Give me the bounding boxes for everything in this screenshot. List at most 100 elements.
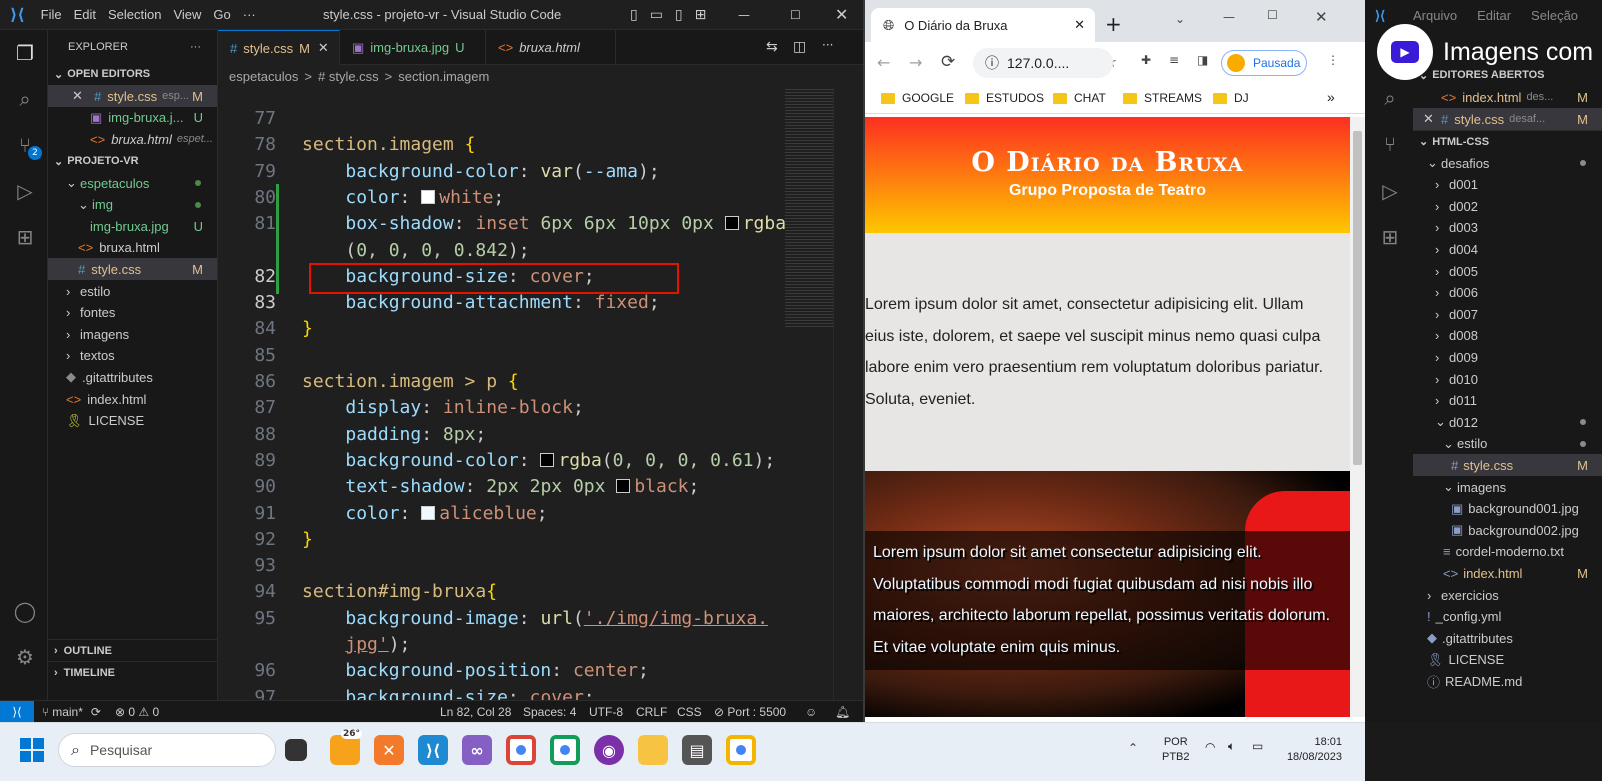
code-line[interactable]: 84} bbox=[218, 316, 798, 342]
code-line[interactable]: 95 background-image: url('./img/img-brux… bbox=[218, 606, 798, 632]
code-line[interactable]: 94 section#img-bruxa{ bbox=[218, 579, 798, 605]
code-line[interactable]: 77 bbox=[218, 111, 798, 132]
open-editors-header-2[interactable]: ⌄ EDITORES ABERTOS bbox=[1413, 64, 1602, 86]
tree-item[interactable]: ⌄ img bbox=[48, 194, 217, 216]
bookmark-folder[interactable]: ESTUDOS bbox=[965, 91, 1044, 105]
vscode-taskbar-icon[interactable]: ⟩⟨ bbox=[418, 735, 448, 765]
taskbar-search[interactable]: ⌕ Pesquisar bbox=[58, 733, 276, 767]
tab-img-bruxa[interactable]: ▣ img-bruxa.jpg U bbox=[340, 30, 486, 65]
maximize-button[interactable]: ☐ bbox=[790, 8, 801, 22]
breadcrumb-item[interactable]: > bbox=[385, 69, 393, 84]
tree-item[interactable]: › d001 bbox=[1413, 174, 1602, 196]
menu-item[interactable]: Edit bbox=[68, 7, 102, 22]
forward-icon[interactable]: → bbox=[909, 53, 922, 72]
bookmark-folder[interactable]: DJ bbox=[1213, 91, 1249, 105]
feedback-icon[interactable]: ☺ bbox=[805, 705, 817, 719]
battery-icon[interactable]: ▭ bbox=[1252, 739, 1263, 753]
eol[interactable]: CRLF bbox=[636, 705, 667, 719]
open-editor-item[interactable]: ▣ img-bruxa.j... U bbox=[48, 107, 217, 129]
search-icon[interactable]: ⌕ bbox=[12, 86, 38, 112]
breadcrumb-item[interactable]: section.imagem bbox=[398, 69, 489, 84]
code-line[interactable]: 85 bbox=[218, 343, 798, 369]
remote-indicator[interactable]: ⟩⟨ bbox=[0, 700, 34, 723]
breadcrumb-item[interactable]: # style.css bbox=[318, 69, 379, 84]
tree-item[interactable]: ≡ cordel-moderno.txt bbox=[1413, 541, 1602, 563]
tree-item[interactable]: › d007 bbox=[1413, 303, 1602, 325]
menu-item[interactable]: ··· bbox=[237, 7, 262, 22]
tree-item[interactable]: # style.css M bbox=[1413, 454, 1602, 477]
code-line[interactable]: 88 padding: 8px; bbox=[218, 422, 798, 448]
browser-minimize-button[interactable]: — bbox=[1223, 10, 1235, 24]
tree-item[interactable]: › d006 bbox=[1413, 282, 1602, 304]
explorer-icon[interactable]: ❐ bbox=[12, 40, 38, 66]
github-icon[interactable]: ◉ bbox=[594, 735, 624, 765]
profile-button[interactable]: Pausada bbox=[1221, 50, 1307, 76]
scrollbar-thumb[interactable] bbox=[1353, 131, 1362, 465]
browser-tab[interactable]: 🌐︎ O Diário da Bruxa ✕ bbox=[871, 8, 1095, 42]
source-control-icon[interactable]: ⑂ 2 bbox=[12, 132, 42, 160]
close-button[interactable]: ✕ bbox=[835, 5, 848, 24]
cursor-position[interactable]: Ln 82, Col 28 bbox=[440, 705, 511, 719]
tree-item[interactable]: ▣ background002.jpg bbox=[1413, 519, 1602, 541]
tree-item[interactable]: <> index.html M bbox=[1413, 562, 1602, 584]
run-debug-icon[interactable]: ▷ bbox=[1377, 178, 1403, 204]
tab-close-icon[interactable]: ✕ bbox=[1074, 17, 1085, 33]
language-indicator[interactable]: POR PTB2 bbox=[1162, 735, 1190, 765]
code-line[interactable]: 86 section.imagem > p { bbox=[218, 369, 798, 395]
indentation[interactable]: Spaces: 4 bbox=[523, 705, 576, 719]
tree-item[interactable]: › d011 bbox=[1413, 390, 1602, 412]
tree-item[interactable]: › d010 bbox=[1413, 368, 1602, 390]
open-editor-item[interactable]: <> index.html des... M bbox=[1413, 86, 1602, 108]
tree-item[interactable]: › imagens bbox=[48, 323, 217, 345]
bookmark-folder[interactable]: STREAMS bbox=[1123, 91, 1202, 105]
tree-item[interactable]: ◆ .gitattributes bbox=[48, 366, 217, 388]
xampp-icon[interactable]: ✕ bbox=[374, 735, 404, 765]
tree-item[interactable]: <> bruxa.html bbox=[48, 237, 217, 259]
menu-item[interactable]: Go bbox=[207, 7, 236, 22]
tree-item[interactable]: ⌄ desafios bbox=[1413, 152, 1602, 174]
scrollbar[interactable] bbox=[833, 87, 847, 700]
more-actions-icon[interactable]: ··· bbox=[822, 38, 833, 52]
open-editor-item[interactable]: <> bruxa.html espet... bbox=[48, 128, 217, 150]
tree-item[interactable]: # style.css M bbox=[48, 258, 217, 281]
new-tab-button[interactable]: + bbox=[1105, 12, 1122, 36]
start-button[interactable] bbox=[20, 738, 44, 762]
tree-item[interactable]: › textos bbox=[48, 345, 217, 367]
breadcrumb-item[interactable]: > bbox=[304, 69, 312, 84]
task-view-icon[interactable] bbox=[285, 739, 307, 761]
bell-icon[interactable]: 🔔︎ bbox=[835, 705, 850, 719]
timeline-header[interactable]: › TIMELINE bbox=[48, 661, 217, 683]
minimize-button[interactable]: — bbox=[738, 8, 750, 22]
tree-item[interactable]: › fontes bbox=[48, 302, 217, 324]
weather-icon[interactable]: 26° bbox=[330, 729, 362, 765]
tree-item[interactable]: ! _config.yml bbox=[1413, 606, 1602, 628]
tree-item[interactable]: › d008 bbox=[1413, 325, 1602, 347]
tree-item[interactable]: › estilo bbox=[48, 280, 217, 302]
tree-item[interactable]: <> index.html bbox=[48, 388, 217, 410]
close-icon[interactable]: ✕ bbox=[72, 88, 83, 104]
tree-item[interactable]: ⌄ estilo bbox=[1413, 433, 1602, 455]
open-editor-item[interactable]: ✕ # style.css desaf... M bbox=[1413, 108, 1602, 130]
visual-studio-icon[interactable]: ∞ bbox=[462, 735, 492, 765]
code-line[interactable]: 78 section.imagem { bbox=[218, 132, 798, 158]
language-mode[interactable]: CSS bbox=[677, 705, 702, 719]
back-icon[interactable]: ← bbox=[877, 53, 890, 72]
page-scrollbar[interactable] bbox=[1350, 117, 1365, 717]
code-line[interactable]: 89 background-color: rgba(0, 0, 0, 0.61)… bbox=[218, 448, 798, 474]
menu-item[interactable]: Selection bbox=[102, 7, 167, 22]
clock[interactable]: 18:01 18/08/2023 bbox=[1282, 735, 1342, 765]
browser-maximize-button[interactable]: ☐ bbox=[1267, 8, 1278, 22]
encoding[interactable]: UTF-8 bbox=[589, 705, 623, 719]
menu-item[interactable]: Editar bbox=[1477, 8, 1511, 23]
tree-item[interactable]: ⌄ imagens bbox=[1413, 476, 1602, 498]
live-server-port[interactable]: ⊘ Port : 5500 bbox=[714, 705, 786, 719]
chrome-profile-icon[interactable] bbox=[550, 735, 580, 765]
tree-item[interactable]: ⓘ README.md bbox=[1413, 670, 1602, 692]
extensions-icon[interactable]: ⊞ bbox=[1377, 224, 1403, 250]
tree-item[interactable]: ⌄ d012 bbox=[1413, 411, 1602, 433]
branch-name[interactable]: main* bbox=[52, 705, 83, 719]
code-line[interactable]: 92} bbox=[218, 527, 798, 553]
tree-item[interactable]: › d003 bbox=[1413, 217, 1602, 239]
tree-item[interactable]: img-bruxa.jpg U bbox=[48, 215, 217, 237]
tray-chevron-icon[interactable]: ⌃ bbox=[1128, 741, 1138, 755]
